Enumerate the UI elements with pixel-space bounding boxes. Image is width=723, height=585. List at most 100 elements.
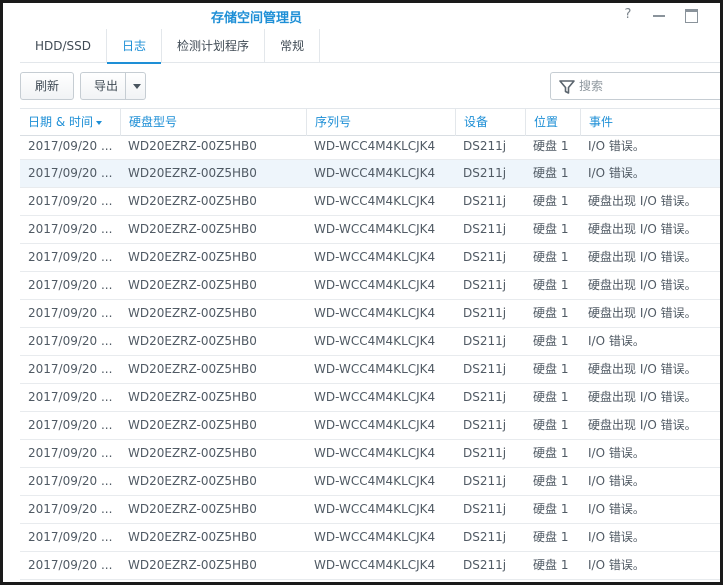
search-input[interactable] (579, 77, 709, 95)
storage-manager-window: 存储空间管理员 ? HDD/SSD 日志 检测计划程序 常规 刷新 导出 日期 … (3, 3, 720, 582)
cell-disk-model: WD20EZRZ-00Z5HB0 (128, 250, 257, 264)
table-row[interactable]: 2017/09/20 ... WD20EZRZ-00Z5HB0 WD-WCC4M4K… (20, 468, 720, 496)
cell-event: I/O 错误。 (588, 166, 645, 180)
cell-location: 硬盘 1 (533, 194, 569, 208)
tab-test-scheduler[interactable]: 检测计划程序 (161, 29, 264, 63)
cell-serial: WD-WCC4M4KLCJK4 (314, 306, 436, 320)
cell-serial: WD-WCC4M4KLCJK4 (314, 166, 436, 180)
cell-location: 硬盘 1 (533, 334, 569, 348)
table-row[interactable]: 2017/09/20 ... WD20EZRZ-00Z5HB0 WD-WCC4M4K… (20, 412, 720, 440)
cell-device: DS211j (463, 334, 507, 348)
cell-device: DS211j (463, 139, 507, 153)
table-row[interactable]: 2017/09/20 ... WD20EZRZ-00Z5HB0 WD-WCC4M4K… (20, 272, 720, 300)
cell-datetime: 2017/09/20 ... (28, 474, 113, 488)
filter-icon[interactable] (559, 79, 575, 95)
table-row[interactable]: 2017/09/20 ... WD20EZRZ-00Z5HB0 WD-WCC4M4K… (20, 440, 720, 468)
table-row[interactable]: 2017/09/20 ... WD20EZRZ-00Z5HB0 WD-WCC4M4K… (20, 328, 720, 356)
title-bar: 存储空间管理员 ? (3, 3, 720, 29)
cell-event: I/O 错误。 (588, 502, 645, 516)
cell-location: 硬盘 1 (533, 558, 569, 572)
cell-event: 硬盘出现 I/O 错误。 (588, 194, 697, 208)
cell-event: I/O 错误。 (588, 530, 645, 544)
caret-down-icon[interactable] (133, 84, 141, 89)
cell-datetime: 2017/09/20 ... (28, 502, 113, 516)
toolbar: 刷新 导出 (20, 72, 720, 100)
cell-disk-model: WD20EZRZ-00Z5HB0 (128, 418, 257, 432)
cell-disk-model: WD20EZRZ-00Z5HB0 (128, 334, 257, 348)
cell-disk-model: WD20EZRZ-00Z5HB0 (128, 306, 257, 320)
table-row[interactable]: 2017/09/20 ... WD20EZRZ-00Z5HB0 WD-WCC4M4K… (20, 188, 720, 216)
cell-location: 硬盘 1 (533, 250, 569, 264)
cell-location: 硬盘 1 (533, 474, 569, 488)
table-row[interactable]: 2017/09/20 ... WD20EZRZ-00Z5HB0 WD-WCC4M4K… (20, 384, 720, 412)
cell-location: 硬盘 1 (533, 139, 569, 153)
export-button[interactable]: 导出 (80, 72, 146, 100)
cell-event: I/O 错误。 (588, 446, 645, 460)
cell-event: I/O 错误。 (588, 558, 645, 572)
table-row[interactable]: 2017/09/20 ... WD20EZRZ-00Z5HB0 WD-WCC4M4K… (20, 300, 720, 328)
minimize-icon[interactable] (651, 8, 667, 22)
cell-device: DS211j (463, 390, 507, 404)
sort-desc-icon (96, 120, 102, 125)
tab-log[interactable]: 日志 (106, 29, 162, 64)
cell-location: 硬盘 1 (533, 530, 569, 544)
table-row[interactable]: 2017/09/20 ... WD20EZRZ-00Z5HB0 WD-WCC4M4K… (20, 552, 720, 580)
table-row[interactable]: 2017/09/20 ... WD20EZRZ-00Z5HB0 WD-WCC4M4K… (20, 160, 720, 188)
column-header-datetime[interactable]: 日期 & 时间 (20, 109, 120, 136)
cell-device: DS211j (463, 418, 507, 432)
cell-datetime: 2017/09/20 ... (28, 250, 113, 264)
maximize-icon[interactable] (683, 8, 699, 23)
column-header-location[interactable]: 位置 (525, 109, 580, 136)
table-row[interactable]: 2017/09/20 ... WD20EZRZ-00Z5HB0 WD-WCC4M4K… (20, 524, 720, 552)
tab-hdd-ssd[interactable]: HDD/SSD (20, 29, 106, 63)
table-row[interactable]: 2017/09/20 ... WD20EZRZ-00Z5HB0 WD-WCC4M4K… (20, 496, 720, 524)
table-row[interactable]: 2017/09/20 ... WD20EZRZ-00Z5HB0 WD-WCC4M4K… (20, 244, 720, 272)
cell-disk-model: WD20EZRZ-00Z5HB0 (128, 446, 257, 460)
refresh-button[interactable]: 刷新 (20, 72, 74, 100)
cell-serial: WD-WCC4M4KLCJK4 (314, 390, 436, 404)
search-box[interactable] (550, 72, 720, 100)
column-header-device[interactable]: 设备 (455, 109, 525, 136)
cell-location: 硬盘 1 (533, 306, 569, 320)
table-row[interactable]: 2017/09/20 ... WD20EZRZ-00Z5HB0 WD-WCC4M4K… (20, 136, 720, 160)
cell-serial: WD-WCC4M4KLCJK4 (314, 446, 436, 460)
cell-disk-model: WD20EZRZ-00Z5HB0 (128, 530, 257, 544)
cell-location: 硬盘 1 (533, 446, 569, 460)
cell-datetime: 2017/09/20 ... (28, 530, 113, 544)
cell-datetime: 2017/09/20 ... (28, 194, 113, 208)
column-header-serial[interactable]: 序列号 (306, 109, 455, 136)
cell-device: DS211j (463, 502, 507, 516)
cell-serial: WD-WCC4M4KLCJK4 (314, 530, 436, 544)
cell-device: DS211j (463, 558, 507, 572)
table-row[interactable]: 2017/09/20 ... WD20EZRZ-00Z5HB0 WD-WCC4M4K… (20, 216, 720, 244)
help-icon[interactable]: ? (620, 8, 636, 22)
cell-serial: WD-WCC4M4KLCJK4 (314, 362, 436, 376)
column-header-event[interactable]: 事件 (580, 109, 720, 136)
cell-serial: WD-WCC4M4KLCJK4 (314, 502, 436, 516)
cell-event: I/O 错误。 (588, 474, 645, 488)
cell-serial: WD-WCC4M4KLCJK4 (314, 474, 436, 488)
cell-device: DS211j (463, 446, 507, 460)
cell-device: DS211j (463, 306, 507, 320)
cell-serial: WD-WCC4M4KLCJK4 (314, 418, 436, 432)
cell-serial: WD-WCC4M4KLCJK4 (314, 334, 436, 348)
cell-device: DS211j (463, 474, 507, 488)
cell-location: 硬盘 1 (533, 222, 569, 236)
cell-location: 硬盘 1 (533, 166, 569, 180)
cell-disk-model: WD20EZRZ-00Z5HB0 (128, 474, 257, 488)
cell-location: 硬盘 1 (533, 502, 569, 516)
cell-location: 硬盘 1 (533, 278, 569, 292)
cell-serial: WD-WCC4M4KLCJK4 (314, 139, 436, 153)
cell-device: DS211j (463, 166, 507, 180)
cell-location: 硬盘 1 (533, 390, 569, 404)
cell-event: 硬盘出现 I/O 错误。 (588, 418, 697, 432)
cell-event: 硬盘出现 I/O 错误。 (588, 390, 697, 404)
cell-datetime: 2017/09/20 ... (28, 362, 113, 376)
column-header-disk-model[interactable]: 硬盘型号 (120, 109, 306, 136)
table-row[interactable]: 2017/09/20 ... WD20EZRZ-00Z5HB0 WD-WCC4M4K… (20, 356, 720, 384)
cell-datetime: 2017/09/20 ... (28, 166, 113, 180)
cell-disk-model: WD20EZRZ-00Z5HB0 (128, 139, 257, 153)
tab-general[interactable]: 常规 (264, 29, 319, 63)
cell-disk-model: WD20EZRZ-00Z5HB0 (128, 502, 257, 516)
cell-device: DS211j (463, 222, 507, 236)
